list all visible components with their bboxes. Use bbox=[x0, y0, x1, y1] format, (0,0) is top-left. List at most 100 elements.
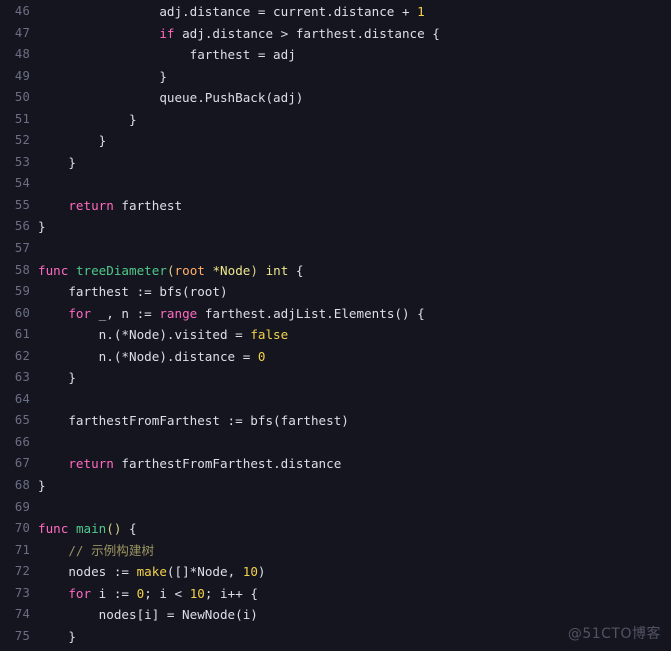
line-content[interactable]: for i := 0; i < 10; i++ { bbox=[30, 583, 671, 605]
code-line[interactable]: 66 bbox=[0, 432, 671, 454]
line-content[interactable]: n.(*Node).visited = false bbox=[30, 324, 671, 346]
code-token-pl: i := bbox=[91, 585, 137, 601]
line-number: 51 bbox=[14, 111, 30, 126]
code-token-pl: farthest = adj bbox=[38, 47, 296, 63]
code-line[interactable]: 73 for i := 0; i < 10; i++ { bbox=[0, 583, 671, 605]
line-number: 54 bbox=[14, 176, 30, 191]
code-token-kw: return bbox=[68, 197, 114, 213]
line-content[interactable]: } bbox=[30, 130, 671, 152]
code-line[interactable]: 52 } bbox=[0, 130, 671, 152]
code-token-pl: } bbox=[38, 111, 137, 127]
line-number: 61 bbox=[14, 327, 30, 342]
code-line[interactable]: 64 bbox=[0, 389, 671, 411]
line-content[interactable]: if adj.distance > farthest.distance { bbox=[30, 23, 671, 45]
line-number: 49 bbox=[14, 68, 30, 83]
code-editor-view: 46 adj.distance = current.distance + 1 47… bbox=[0, 0, 671, 651]
line-number: 48 bbox=[14, 47, 30, 62]
code-line[interactable]: 51 } bbox=[0, 109, 671, 131]
line-number: 58 bbox=[14, 262, 30, 277]
line-content[interactable]: n.(*Node).distance = 0 bbox=[30, 346, 671, 368]
code-token-num: 10 bbox=[242, 564, 258, 580]
line-number: 60 bbox=[14, 305, 30, 320]
code-line[interactable]: 65 farthestFromFarthest := bfs(farthest) bbox=[0, 410, 671, 432]
code-token-pl: farthestFromFarthest := bfs(farthest) bbox=[38, 413, 349, 429]
code-line[interactable]: 67 return farthestFromFarthest.distance bbox=[0, 453, 671, 475]
line-content[interactable]: // 示例构建树 bbox=[30, 540, 671, 562]
code-token-pl: nodes := bbox=[38, 564, 137, 580]
line-content[interactable]: farthestFromFarthest := bfs(farthest) bbox=[30, 410, 671, 432]
code-line[interactable]: 68} bbox=[0, 475, 671, 497]
code-line[interactable]: 71 // 示例构建树 bbox=[0, 540, 671, 562]
code-token-pn: ( bbox=[166, 262, 175, 278]
code-token-bi: make bbox=[136, 564, 167, 580]
line-content[interactable]: } bbox=[30, 367, 671, 389]
line-number: 47 bbox=[14, 25, 30, 40]
code-line[interactable]: 55 return farthest bbox=[0, 195, 671, 217]
line-content[interactable]: } bbox=[30, 109, 671, 131]
code-line[interactable]: 49 } bbox=[0, 66, 671, 88]
code-line[interactable]: 57 bbox=[0, 238, 671, 260]
line-content[interactable]: queue.PushBack(adj) bbox=[30, 87, 671, 109]
code-token-pl: } bbox=[38, 478, 46, 494]
line-content[interactable]: for _, n := range farthest.adjList.Eleme… bbox=[30, 303, 671, 325]
code-token-pn: () bbox=[106, 521, 122, 537]
line-number: 68 bbox=[14, 478, 30, 493]
line-content[interactable]: } bbox=[30, 475, 671, 497]
code-line[interactable]: 63 } bbox=[0, 367, 671, 389]
code-token-kw: for bbox=[68, 305, 92, 321]
code-line[interactable]: 70 func main() { bbox=[0, 518, 671, 540]
line-content[interactable]: } bbox=[30, 66, 671, 88]
code-line[interactable]: 50 queue.PushBack(adj) bbox=[0, 87, 671, 109]
code-token-fn: treeDiameter bbox=[75, 262, 167, 278]
code-token-num: 10 bbox=[189, 585, 205, 601]
code-line[interactable]: 58 func treeDiameter(root *Node) int { bbox=[0, 260, 671, 282]
code-token-pl: n.(*Node).distance = bbox=[38, 348, 258, 364]
code-line[interactable]: 69 bbox=[0, 497, 671, 519]
line-content[interactable]: func main() { bbox=[30, 518, 671, 540]
line-number: 55 bbox=[14, 197, 30, 212]
line-content[interactable]: } bbox=[30, 216, 671, 238]
code-line[interactable]: 61 n.(*Node).visited = false bbox=[0, 324, 671, 346]
line-content[interactable]: farthest := bfs(root) bbox=[30, 281, 671, 303]
code-token-pl: } bbox=[38, 370, 76, 386]
line-number: 64 bbox=[14, 391, 30, 406]
code-token-par: root bbox=[174, 262, 205, 278]
line-number: 67 bbox=[14, 456, 30, 471]
code-line[interactable]: 48 farthest = adj bbox=[0, 44, 671, 66]
code-token-kw: for bbox=[68, 585, 92, 601]
code-line[interactable]: 72 nodes := make([]*Node, 10) bbox=[0, 561, 671, 583]
code-line[interactable]: 60 for _, n := range farthest.adjList.El… bbox=[0, 303, 671, 325]
code-token-pl: } bbox=[38, 154, 76, 170]
line-content[interactable]: adj.distance = current.distance + 1 bbox=[30, 1, 671, 23]
code-line[interactable]: 53 } bbox=[0, 152, 671, 174]
line-content[interactable]: } bbox=[30, 152, 671, 174]
code-token-pl: { bbox=[288, 262, 304, 278]
code-token-pl: } bbox=[38, 628, 76, 644]
code-token-pl: queue.PushBack(adj) bbox=[38, 90, 304, 106]
code-token-pl: ) bbox=[257, 564, 266, 580]
code-token-pl: adj.distance = current.distance + bbox=[38, 4, 418, 19]
code-line[interactable]: 59 farthest := bfs(root) bbox=[0, 281, 671, 303]
line-content[interactable]: nodes := make([]*Node, 10) bbox=[30, 561, 671, 583]
code-token-pn: ) bbox=[250, 262, 258, 278]
code-token-num: 1 bbox=[417, 4, 425, 19]
line-content[interactable]: func treeDiameter(root *Node) int { bbox=[30, 260, 671, 282]
line-number: 65 bbox=[14, 413, 30, 428]
line-content[interactable]: return farthest bbox=[30, 195, 671, 217]
code-line[interactable]: 56} bbox=[0, 216, 671, 238]
line-number: 63 bbox=[14, 370, 30, 385]
line-content[interactable]: farthest = adj bbox=[30, 44, 671, 66]
line-content[interactable]: return farthestFromFarthest.distance bbox=[30, 453, 671, 475]
code-line[interactable]: 54 bbox=[0, 173, 671, 195]
code-token-typ: int bbox=[265, 262, 289, 278]
line-number: 56 bbox=[14, 219, 30, 234]
code-token-pl: n.(*Node).visited = bbox=[38, 327, 251, 343]
code-line[interactable]: 62 n.(*Node).distance = 0 bbox=[0, 346, 671, 368]
code-line[interactable]: 46 adj.distance = current.distance + 1 bbox=[0, 1, 671, 23]
code-line[interactable]: 47 if adj.distance > farthest.distance { bbox=[0, 23, 671, 45]
watermark-label: @51CTO博客 bbox=[567, 626, 661, 642]
code-token-typ: *Node bbox=[212, 262, 251, 278]
